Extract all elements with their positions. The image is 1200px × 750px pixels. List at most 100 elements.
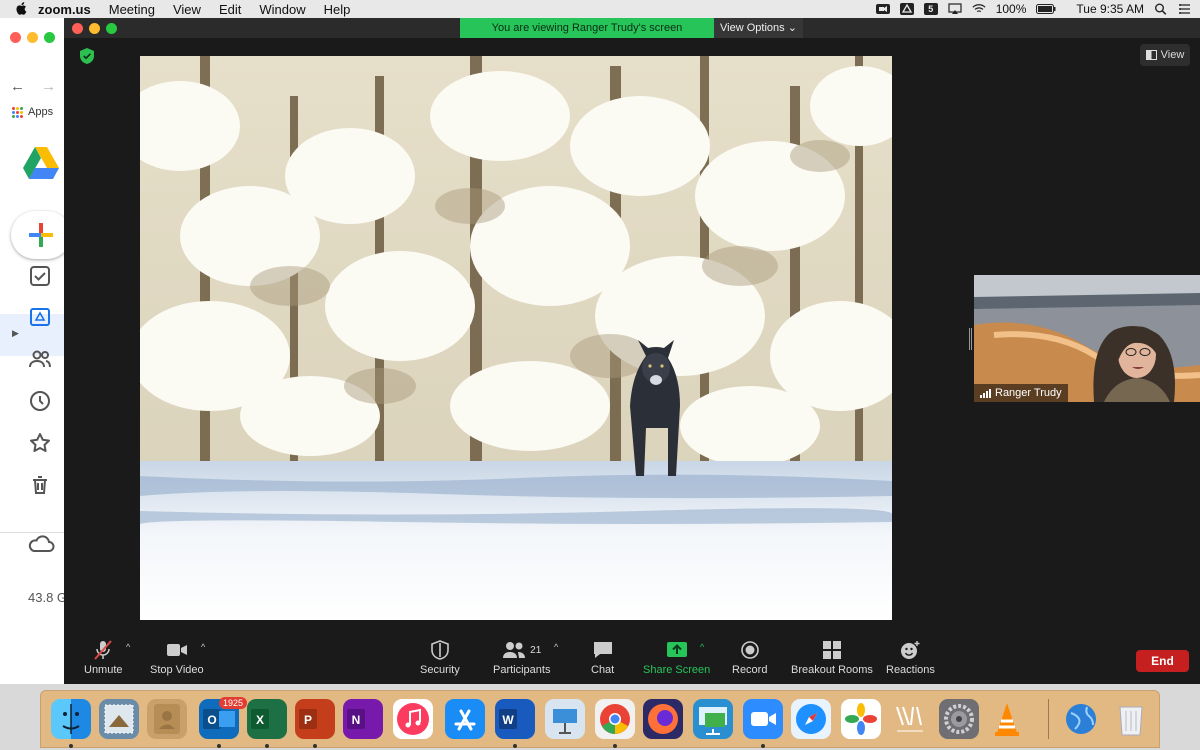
participants-button[interactable]: 21 Participants [493,640,550,676]
chrome-icon[interactable] [595,699,635,739]
keynote-icon[interactable] [545,699,585,739]
viewing-screen-banner: You are viewing Ranger Trudy's screen [460,18,714,38]
record-button[interactable]: Record [732,640,767,676]
breakout-rooms-button[interactable]: Breakout Rooms [791,640,873,676]
view-options-dropdown[interactable]: View Options ⌄ [714,18,803,38]
screen-mirror-icon[interactable] [948,3,962,15]
connection-signal-icon [980,388,991,398]
trash-icon[interactable] [1111,699,1151,739]
system-preferences-icon[interactable] [939,699,979,739]
finder-icon[interactable] [51,699,91,739]
chat-button[interactable]: Chat [591,640,614,676]
wifi-icon[interactable] [972,3,986,15]
expand-caret-icon[interactable]: ▶ [12,328,19,339]
stop-video-label: Stop Video [150,664,204,676]
video-panel-resize-handle[interactable] [969,328,972,350]
menu-help[interactable]: Help [324,2,351,17]
drive-tray-icon[interactable] [899,3,914,15]
reactions-label: Reactions [886,664,935,676]
participants-icon [503,642,526,658]
zoom-tray-icon[interactable] [875,3,890,15]
encryption-shield-icon[interactable] [80,48,94,64]
onenote-icon[interactable]: N [343,699,383,739]
google-drive-logo-icon[interactable] [22,146,60,180]
menu-view[interactable]: View [173,2,201,17]
excel-icon[interactable]: X [247,699,287,739]
apple-icon[interactable] [14,2,28,16]
remote-desktop-icon[interactable] [693,699,733,739]
five-tray-icon[interactable]: 5 [923,3,938,15]
audio-options-caret-icon[interactable]: ^ [126,642,130,652]
reactions-smiley-icon [901,641,920,659]
zoom-maximize-button[interactable] [106,23,117,34]
security-label: Security [420,664,460,676]
browser-nav: ← → [10,78,56,95]
control-center-icon[interactable] [1178,3,1192,15]
vlc-icon[interactable] [987,699,1027,739]
priority-icon[interactable] [28,264,52,288]
outlook-icon[interactable]: O 1925 [199,697,247,739]
apps-bookmark[interactable]: Apps [12,106,53,118]
mail-stamp-icon[interactable] [99,699,139,739]
forward-arrow-icon[interactable]: → [41,78,56,95]
contacts-icon[interactable] [147,699,187,739]
apps-grid-icon [12,107,23,118]
trash-bin-icon[interactable] [28,473,52,497]
security-button[interactable]: Security [420,640,460,676]
breakout-rooms-grid-icon [822,641,841,659]
zoom-close-button[interactable] [72,23,83,34]
chat-label: Chat [591,664,615,676]
svg-text:X: X [256,713,264,727]
participants-caret-icon[interactable]: ^ [554,642,558,652]
idd-icon[interactable] [889,699,929,739]
unmute-button[interactable]: Unmute [84,640,123,676]
participant-video-tile[interactable]: Ranger Trudy [974,275,1200,402]
dock: O 1925 X P N W [40,690,1160,748]
minimize-window-button[interactable] [27,32,38,43]
participant-name-label: Ranger Trudy [974,384,1068,402]
new-button[interactable] [11,211,71,259]
firefox-icon[interactable] [643,699,683,739]
spotlight-icon[interactable] [1154,3,1168,15]
share-options-caret-icon[interactable]: ^ [700,642,704,652]
menu-window[interactable]: Window [259,2,305,17]
music-icon[interactable] [393,699,433,739]
network-globe-icon[interactable] [1061,699,1101,739]
muted-microphone-icon [94,640,113,660]
unmute-label: Unmute [84,664,123,676]
powerpoint-icon[interactable]: P [295,699,335,739]
reactions-button[interactable]: Reactions [886,640,935,676]
participants-label: Participants [493,664,551,676]
video-options-caret-icon[interactable]: ^ [201,642,205,652]
close-window-button[interactable] [10,32,21,43]
photos-icon[interactable] [841,699,881,739]
dock-separator [1048,699,1049,739]
view-layout-button[interactable]: View [1140,44,1190,66]
menu-app-name[interactable]: zoom.us [38,2,91,17]
meeting-toolbar: Unmute ^ Stop Video ^ Security 21 Partic… [64,636,1200,684]
storage-used-text: 43.8 G [28,590,68,605]
maximize-window-button[interactable] [44,32,55,43]
zoom-minimize-button[interactable] [89,23,100,34]
apps-label: Apps [28,106,54,118]
participant-name-text: Ranger Trudy [995,387,1062,399]
word-icon[interactable]: W [495,699,535,739]
stop-video-button[interactable]: Stop Video [150,640,204,676]
svg-text:N: N [352,713,361,727]
end-meeting-button[interactable]: End [1136,650,1189,672]
recent-clock-icon[interactable] [28,389,52,413]
safari-icon[interactable] [791,699,831,739]
shared-drives-icon[interactable] [28,347,52,371]
zoom-icon[interactable] [743,699,783,739]
back-arrow-icon[interactable]: ← [10,78,25,95]
menu-meeting[interactable]: Meeting [109,2,155,17]
app-store-icon[interactable] [445,699,485,739]
menu-clock[interactable]: Tue 9:35 AM [1076,2,1144,16]
battery-percent: 100% [995,2,1027,16]
battery-icon[interactable] [1036,3,1056,15]
starred-icon[interactable] [28,431,52,455]
my-drive-icon [30,308,50,326]
zoom-meeting-window: You are viewing Ranger Trudy's screen Vi… [64,18,1200,684]
shared-screen-image [140,56,892,620]
menu-edit[interactable]: Edit [219,2,241,17]
